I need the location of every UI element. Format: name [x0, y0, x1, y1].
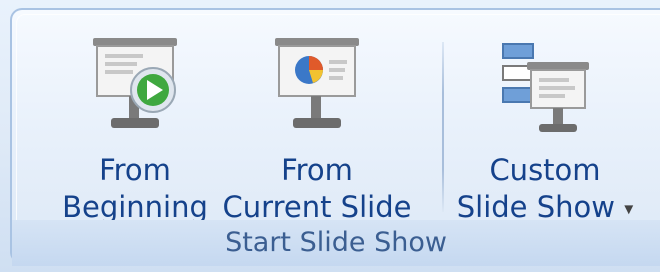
from-beginning-line1: From [99, 153, 171, 187]
from-beginning-button[interactable]: From Beginning [60, 24, 210, 224]
from-current-slide-button[interactable]: From Current Slide [212, 24, 422, 224]
custom-slide-show-line1: Custom [489, 153, 601, 187]
current-slide-icon [275, 38, 359, 128]
group-separator [442, 42, 444, 212]
from-current-slide-line1: From [281, 153, 353, 187]
ribbon-background: From Beginning From Current Slide Custom… [0, 0, 660, 272]
play-slideshow-icon [93, 38, 177, 128]
custom-slideshow-icon [502, 43, 589, 132]
custom-slide-show-line2: Slide Show [456, 190, 615, 224]
ribbon-group-start-slide-show: From Beginning From Current Slide Custom… [10, 8, 660, 266]
custom-slide-show-button[interactable]: Custom Slide Show ▾ [450, 24, 640, 224]
group-label: Start Slide Show [12, 220, 660, 266]
dropdown-arrow-icon[interactable]: ▾ [624, 199, 633, 220]
